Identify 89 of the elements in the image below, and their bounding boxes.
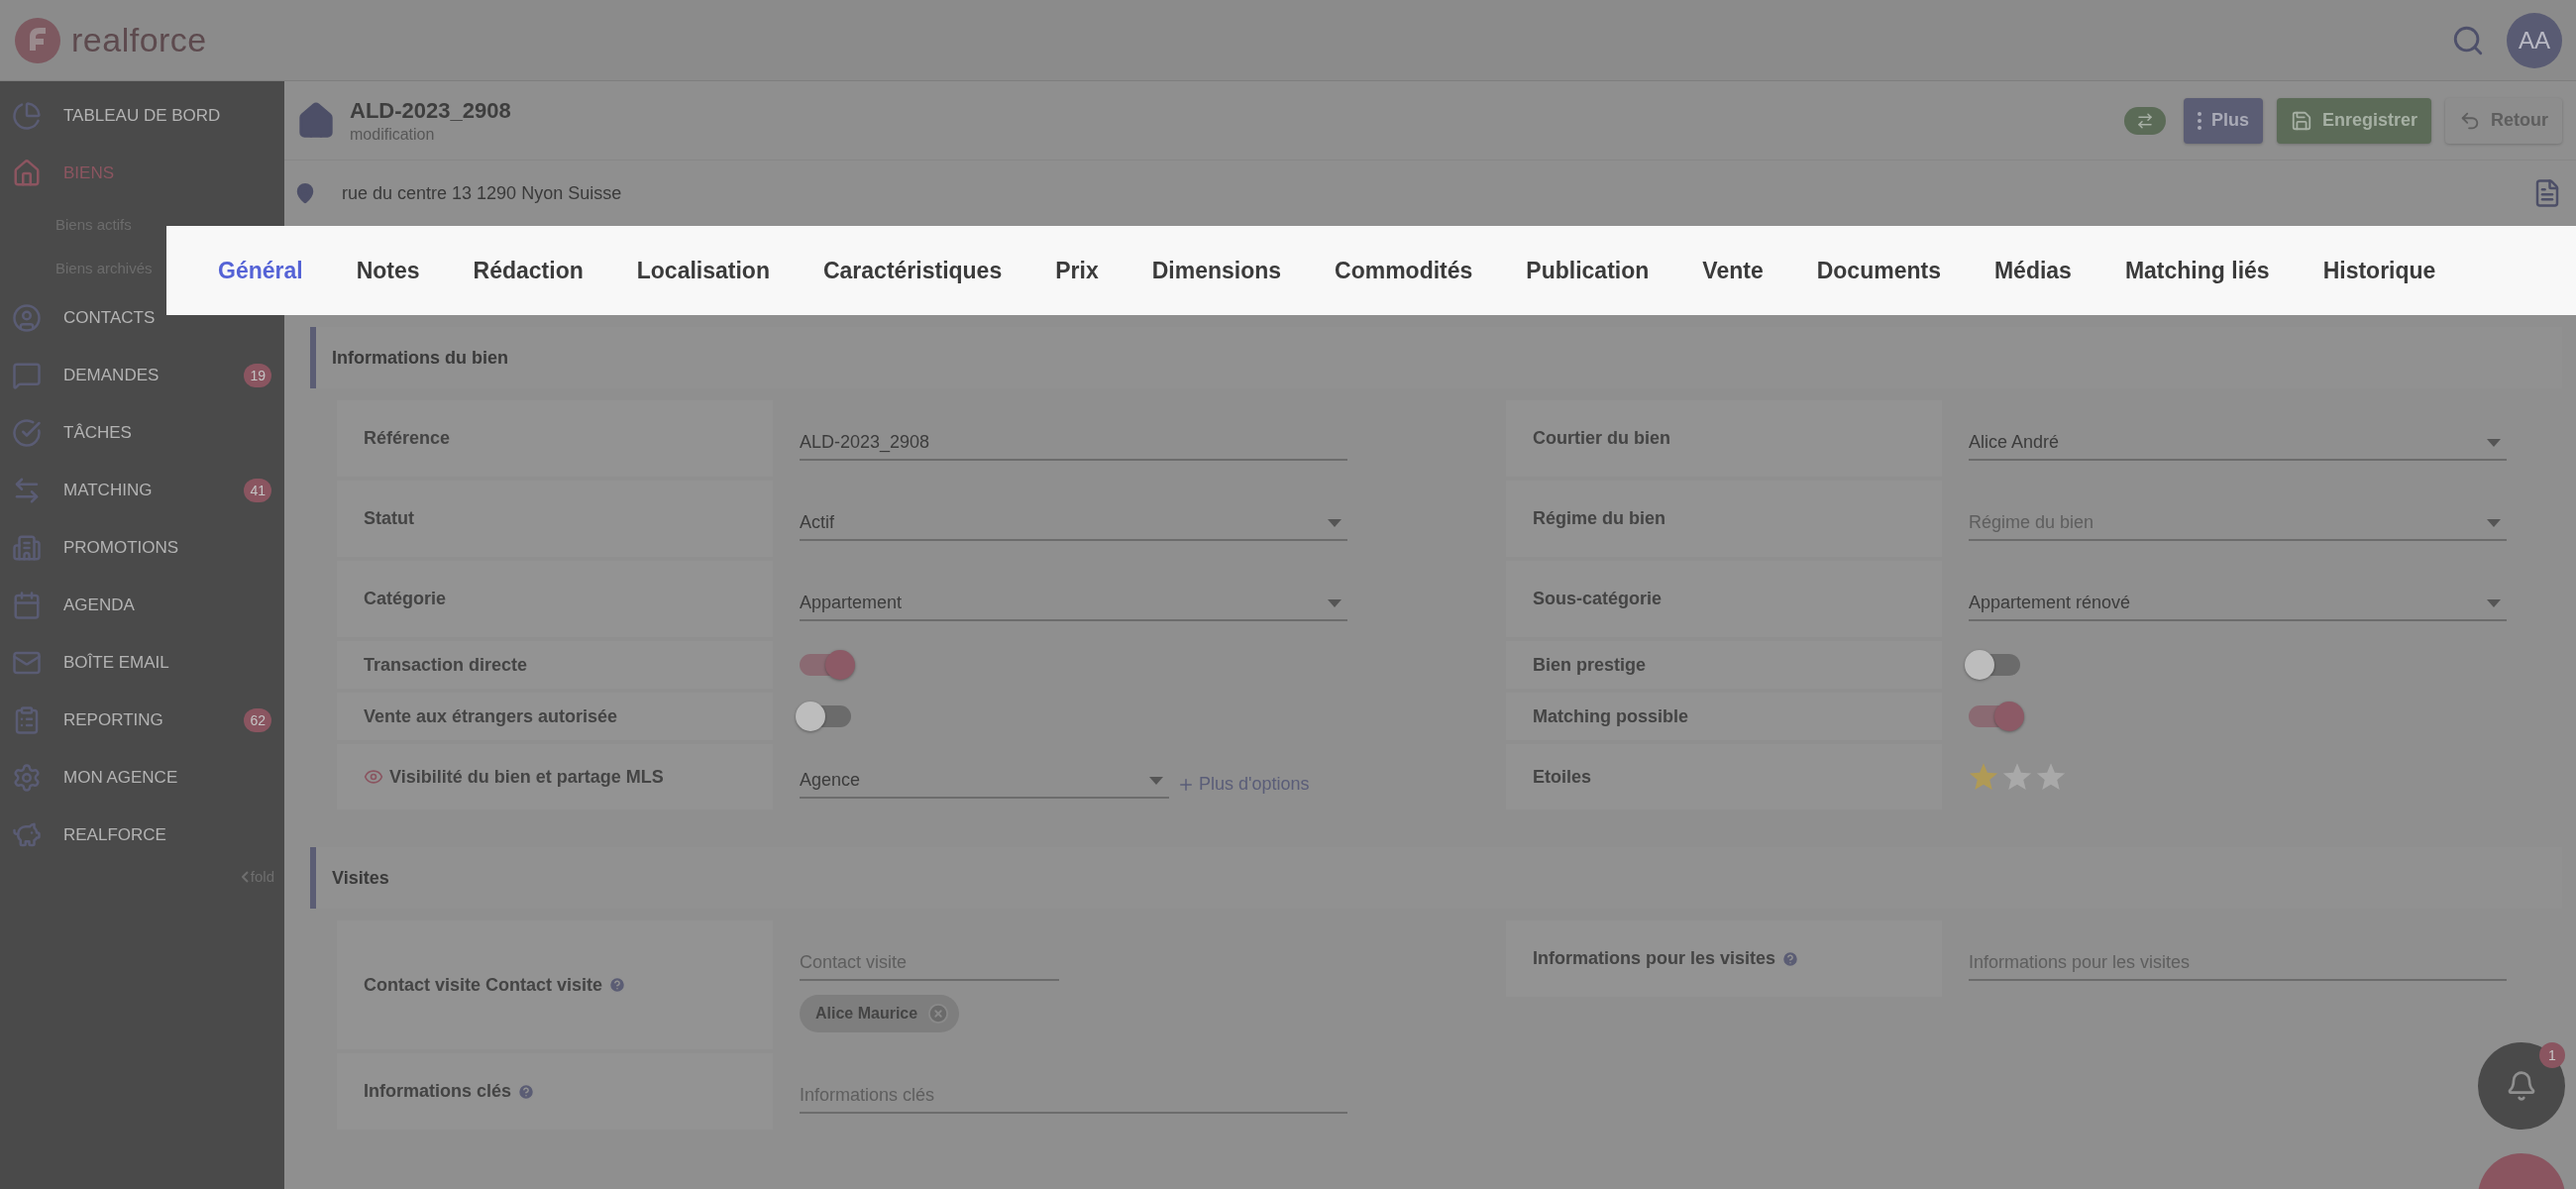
tab[interactable]: Prix xyxy=(1028,257,1126,284)
house-icon xyxy=(12,159,42,188)
select-field[interactable]: Agence xyxy=(800,755,1169,799)
field-label: Informations pour les visites xyxy=(1533,948,1776,969)
tab[interactable]: Général xyxy=(191,257,330,284)
tab[interactable]: Caractéristiques xyxy=(796,257,1029,284)
remove-icon[interactable] xyxy=(927,1003,950,1025)
location-pin-icon xyxy=(294,182,316,204)
address-text: rue du centre 13 1290 Nyon Suisse xyxy=(342,182,622,204)
compare-button[interactable] xyxy=(2123,106,2166,135)
count-badge: 1 xyxy=(2539,1042,2565,1068)
save-icon xyxy=(2290,109,2312,132)
select-field[interactable]: Actif xyxy=(800,496,1347,541)
record-title: ALD-2023_2908 xyxy=(350,97,511,124)
calendar-icon xyxy=(12,591,42,620)
count-badge: 19 xyxy=(244,364,271,387)
tab[interactable]: Documents xyxy=(1789,257,1968,284)
check-circle-icon xyxy=(12,418,42,448)
chat-icon xyxy=(12,361,42,390)
logo-icon xyxy=(14,16,61,64)
count-badge: 62 xyxy=(244,708,271,732)
sidebar-item[interactable]: TABLEAU DE BORD xyxy=(0,87,284,145)
field-label: Matching possible xyxy=(1533,705,1689,727)
tab[interactable]: Notes xyxy=(329,257,447,284)
help-icon[interactable] xyxy=(1781,949,1800,968)
count-badge: 41 xyxy=(244,479,271,502)
field-label: Visibilité du bien et partage MLS xyxy=(389,766,664,788)
sidebar-item[interactable]: REALFORCE xyxy=(0,807,284,864)
sidebar-item[interactable]: PROMOTIONS xyxy=(0,519,284,577)
menu-button[interactable]: Plus xyxy=(2183,97,2263,144)
sidebar-item[interactable]: MATCHING 41 xyxy=(0,462,284,519)
field-label: Référence xyxy=(364,428,451,449)
help-icon[interactable] xyxy=(517,1082,536,1101)
house-icon xyxy=(296,100,336,141)
input-field[interactable]: ALD-2023_2908 xyxy=(800,416,1347,461)
save-button[interactable]: Enregistrer xyxy=(2276,97,2431,144)
field-label: Vente aux étrangers autorisée xyxy=(364,705,618,727)
sidebar-item[interactable]: DEMANDES 19 xyxy=(0,347,284,404)
field-label: Contact visite Contact visite xyxy=(364,974,603,996)
star-icon[interactable] xyxy=(1969,762,1998,792)
field-label: Etoiles xyxy=(1533,766,1592,788)
logo-text: realforce xyxy=(71,21,207,59)
more-icon xyxy=(2197,111,2201,130)
sidebar-item[interactable]: MON AGENCE xyxy=(0,749,284,807)
tab[interactable]: Commodités xyxy=(1308,257,1500,284)
help-icon[interactable] xyxy=(608,976,627,994)
tab[interactable]: Médias xyxy=(1967,257,2098,284)
field-label: Catégorie xyxy=(364,589,447,609)
field-label: Transaction directe xyxy=(364,654,528,676)
chevron-left-icon xyxy=(241,870,249,883)
building-icon xyxy=(12,533,42,563)
arrows-icon xyxy=(2135,111,2154,130)
select-field[interactable]: Appartement rénové xyxy=(1969,577,2507,621)
star-icon[interactable] xyxy=(2002,762,2032,792)
sidebar-item[interactable]: CONTACTS xyxy=(0,289,284,347)
field-label: Statut xyxy=(364,508,414,529)
sidebar-item[interactable]: TÂCHES xyxy=(0,404,284,462)
bell-icon xyxy=(2506,1070,2537,1102)
field-label: Sous-catégorie xyxy=(1533,589,1663,609)
notification-button[interactable]: 1 xyxy=(2478,1042,2565,1130)
dropdown-caret-icon xyxy=(1328,518,1342,527)
select-field[interactable]: Alice André xyxy=(1969,416,2507,461)
sidebar-item[interactable]: REPORTING 62 xyxy=(0,692,284,749)
tab[interactable]: Historique xyxy=(2296,257,2463,284)
dropdown-caret-icon xyxy=(1328,598,1342,607)
contact-chip[interactable]: Alice Maurice xyxy=(800,995,960,1032)
field-label: Courtier du bien xyxy=(1533,428,1670,449)
select-field[interactable]: Appartement xyxy=(800,577,1347,621)
tab[interactable]: Vente xyxy=(1675,257,1790,284)
tab[interactable]: Dimensions xyxy=(1125,257,1309,284)
user-icon xyxy=(12,303,42,333)
tab[interactable]: Matching liés xyxy=(2097,257,2297,284)
sidebar-item[interactable]: AGENDA xyxy=(0,577,284,634)
tab[interactable]: Localisation xyxy=(609,257,797,284)
pie-chart-icon xyxy=(12,101,42,131)
dropdown-caret-icon xyxy=(2487,598,2501,607)
field-label: Bien prestige xyxy=(1533,654,1647,676)
sidebar-item[interactable]: BOÎTE EMAIL xyxy=(0,634,284,692)
dropdown-caret-icon xyxy=(2487,438,2501,447)
dropdown-caret-icon xyxy=(1149,777,1163,785)
field-label: Régime du bien xyxy=(1533,508,1665,529)
tab[interactable]: Publication xyxy=(1499,257,1676,284)
gear-icon xyxy=(12,763,42,793)
field-label: Informations clés xyxy=(364,1081,512,1102)
star-icon[interactable] xyxy=(2036,762,2066,792)
tab[interactable]: Rédaction xyxy=(446,257,610,284)
dropdown-caret-icon xyxy=(2487,518,2501,527)
user-avatar[interactable]: AA xyxy=(2507,12,2562,68)
record-subtitle: modification xyxy=(350,125,436,144)
